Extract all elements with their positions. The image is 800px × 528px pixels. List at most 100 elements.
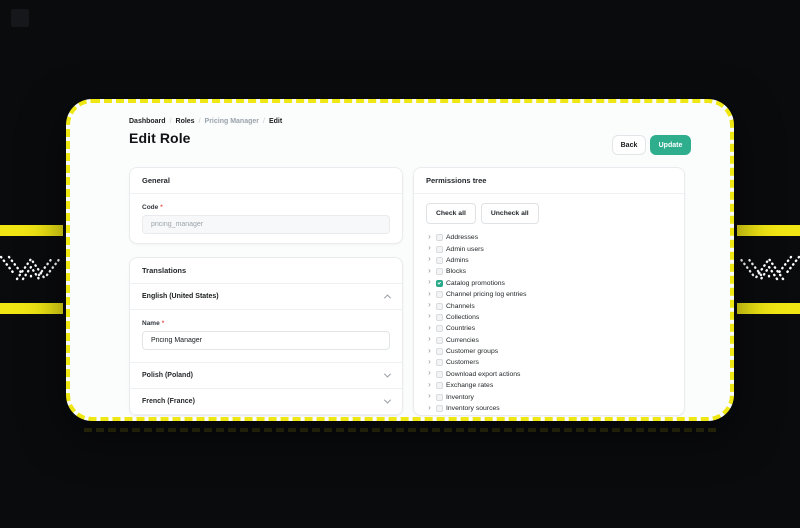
name-label-text: Name [142,320,160,327]
expand-chevron-icon[interactable]: › [426,381,433,389]
breadcrumb-dashboard[interactable]: Dashboard [129,118,166,125]
permission-checkbox[interactable] [436,405,443,412]
breadcrumb-edit: Edit [269,118,282,125]
permission-checkbox[interactable] [436,303,443,310]
permission-checkbox[interactable] [436,337,443,344]
permission-tree-row: › Customer groups [426,346,672,357]
update-button[interactable]: Update [650,135,691,155]
permission-tree-row: › Inventory [426,391,672,402]
general-panel: General Code* [129,167,403,244]
breadcrumb-separator: / [199,118,201,125]
breadcrumb-pricing-manager: Pricing Manager [205,118,259,125]
permission-checkbox[interactable] [436,314,443,321]
permission-tree-row: › Customers [426,357,672,368]
chevron-down-icon [384,397,391,404]
permission-tree-row: › Invoices [426,414,672,416]
expand-chevron-icon[interactable]: › [426,278,433,286]
accordion-french[interactable]: French (France) [130,389,402,415]
uncheck-all-button[interactable]: Uncheck all [481,203,539,224]
permission-tree-row: › Inventory sources [426,403,672,414]
page-title: Edit Role [129,130,191,146]
check-all-button[interactable]: Check all [426,203,476,224]
yellow-stripe-right-top [737,225,800,236]
breadcrumb-separator: / [170,118,172,125]
permission-tree-row: › Channel pricing log entries [426,289,672,300]
yellow-stripe-left-top [0,225,63,236]
permission-checkbox[interactable] [436,394,443,401]
permission-tree-row: › Admins [426,255,672,266]
expand-chevron-icon[interactable]: › [426,335,433,343]
permission-label: Countries [446,325,475,332]
permission-checkbox[interactable] [436,348,443,355]
permission-tree-row: › Exchange rates [426,380,672,391]
expand-chevron-icon[interactable]: › [426,244,433,252]
accordion-english-us[interactable]: English (United States) [130,284,402,310]
general-panel-title: General [130,168,402,194]
accordion-english-label: English (United States) [142,293,219,300]
permission-label: Inventory [446,394,474,401]
expand-chevron-icon[interactable]: › [426,358,433,366]
permission-label: Download export actions [446,371,520,378]
chevron-pattern-left [0,247,63,293]
required-asterisk: * [162,320,165,327]
card-shadow-dashes [84,428,716,432]
expand-chevron-icon[interactable]: › [426,233,433,241]
permission-checkbox[interactable] [436,359,443,366]
permission-label: Addresses [446,234,478,241]
translations-panel-title: Translations [130,258,402,284]
permission-checkbox[interactable] [436,325,443,332]
expand-chevron-icon[interactable]: › [426,347,433,355]
name-field-label: Name* [142,320,390,327]
permission-label: Blocks [446,268,466,275]
back-button[interactable]: Back [612,135,646,155]
expand-chevron-icon[interactable]: › [426,324,433,332]
permission-tree-row: › Catalog promotions [426,278,672,289]
permission-label: Currencies [446,337,479,344]
expand-chevron-icon[interactable]: › [426,290,433,298]
permission-label: Channels [446,303,475,310]
breadcrumb-roles[interactable]: Roles [176,118,195,125]
permission-checkbox[interactable] [436,268,443,275]
permission-checkbox[interactable] [436,280,443,287]
permission-tree-row: › Collections [426,312,672,323]
permission-tree-row: › Countries [426,323,672,334]
permission-checkbox[interactable] [436,382,443,389]
permission-label: Channel pricing log entries [446,291,526,298]
permission-tree-row: › Admin users [426,243,672,254]
permission-tree-row: › Channels [426,300,672,311]
permission-checkbox[interactable] [436,371,443,378]
chevron-down-icon [384,371,391,378]
required-asterisk: * [160,204,163,211]
permission-checkbox[interactable] [436,234,443,241]
expand-chevron-icon[interactable]: › [426,312,433,320]
permission-checkbox[interactable] [436,257,443,264]
breadcrumb-separator: / [263,118,265,125]
code-input [142,215,390,234]
permission-tree-row: › Addresses [426,232,672,243]
expand-chevron-icon[interactable]: › [426,415,433,416]
permission-label: Exchange rates [446,382,493,389]
code-field-label: Code* [142,204,390,211]
accordion-polish[interactable]: Polish (Poland) [130,363,402,389]
permission-tree-row: › Download export actions [426,369,672,380]
english-translation-body: Name* [130,310,402,363]
permission-label: Catalog promotions [446,280,505,287]
permission-checkbox[interactable] [436,291,443,298]
accordion-french-label: French (France) [142,398,195,405]
yellow-stripe-right-bottom [737,303,800,314]
expand-chevron-icon[interactable]: › [426,404,433,412]
expand-chevron-icon[interactable]: › [426,301,433,309]
chevron-pattern-right [737,247,800,293]
yellow-stripe-left-bottom [0,303,63,314]
edit-role-card: Dashboard / Roles / Pricing Manager / Ed… [66,99,734,421]
permissions-panel-title: Permissions tree [414,168,684,194]
permission-tree-row: › Blocks [426,266,672,277]
expand-chevron-icon[interactable]: › [426,255,433,263]
expand-chevron-icon[interactable]: › [426,369,433,377]
permission-tree-row: › Currencies [426,335,672,346]
translations-panel: Translations English (United States) Nam… [129,257,403,416]
expand-chevron-icon[interactable]: › [426,392,433,400]
name-input[interactable] [142,331,390,350]
permission-checkbox[interactable] [436,246,443,253]
expand-chevron-icon[interactable]: › [426,267,433,275]
